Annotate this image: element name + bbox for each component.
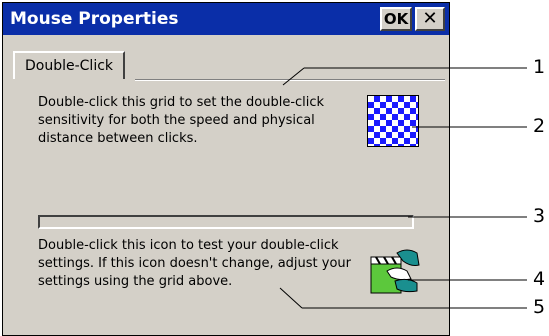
callout-5: 5: [533, 296, 546, 318]
window-title: Mouse Properties: [10, 9, 179, 29]
separator-bar: [38, 215, 414, 229]
checkerboard-grid-icon[interactable]: [367, 95, 419, 147]
clapperboard-hand-icon[interactable]: [367, 245, 421, 299]
grid-description: Double-click this grid to set the double…: [38, 95, 325, 146]
close-button[interactable]: ✕: [415, 7, 445, 31]
tab-panel-border: [135, 79, 445, 81]
callout-1: 1: [533, 56, 546, 78]
title-bar[interactable]: Mouse Properties OK ✕: [3, 3, 449, 35]
callout-3: 3: [533, 205, 546, 227]
callout-4: 4: [533, 268, 546, 290]
mouse-properties-window: Mouse Properties OK ✕ Double-Click Doubl…: [2, 2, 450, 336]
callout-2: 2: [533, 115, 546, 137]
tab-double-click[interactable]: Double-Click: [13, 51, 126, 79]
ok-button[interactable]: OK: [380, 7, 412, 31]
test-description: Double-click this icon to test your doub…: [38, 238, 352, 289]
